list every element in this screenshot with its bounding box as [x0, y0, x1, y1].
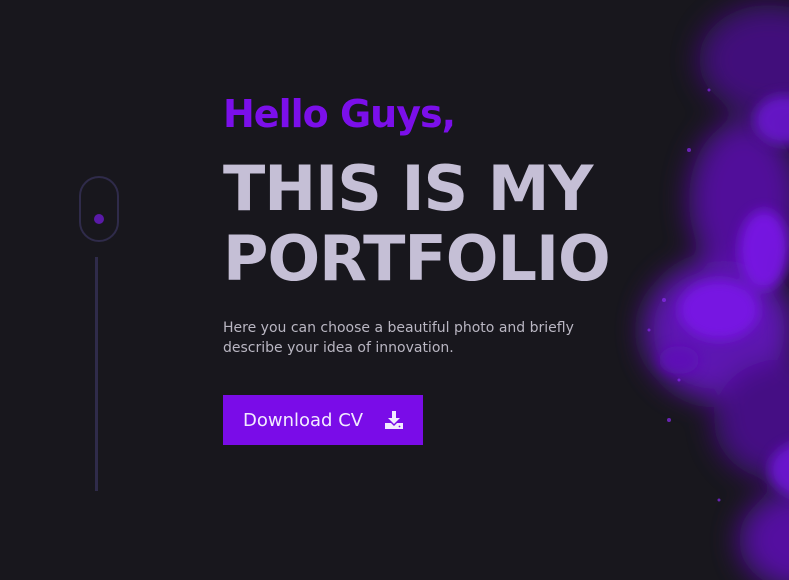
hero-content: Hello Guys, THIS IS MY PORTFOLIO Here yo…	[223, 88, 643, 358]
download-icon	[385, 411, 403, 429]
mouse-scroll-icon	[79, 176, 119, 242]
scroll-line	[95, 257, 98, 491]
portfolio-hero-page: Hello Guys, THIS IS MY PORTFOLIO Here yo…	[0, 0, 789, 580]
download-cv-label: Download CV	[243, 409, 364, 431]
download-cv-button[interactable]: Download CV	[223, 395, 423, 445]
scroll-dot	[94, 214, 104, 224]
headline-line-1: THIS IS MY	[223, 152, 593, 225]
hero-description: Here you can choose a beautiful photo an…	[223, 320, 574, 356]
headline: THIS IS MY PORTFOLIO	[223, 154, 643, 294]
greeting: Hello Guys,	[223, 92, 456, 136]
headline-line-2: PORTFOLIO	[223, 222, 611, 295]
